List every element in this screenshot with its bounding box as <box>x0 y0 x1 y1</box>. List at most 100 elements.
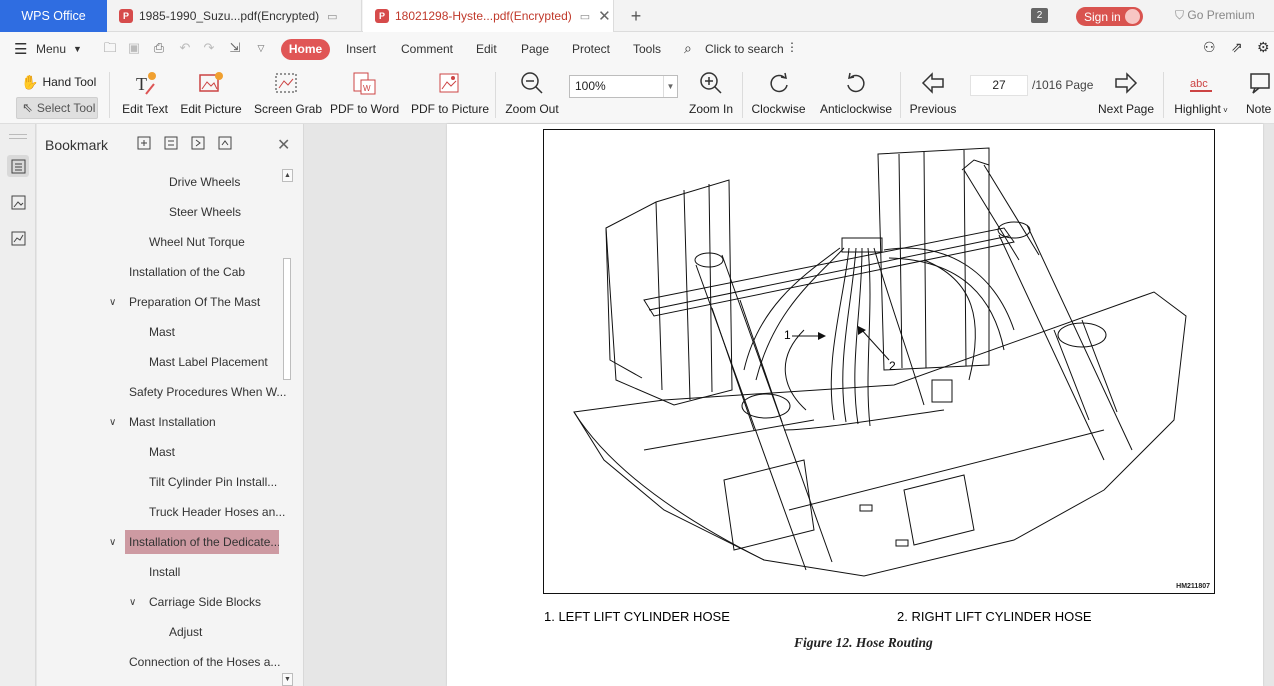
zoom-in-label: Zoom In <box>688 102 733 116</box>
more-icon[interactable]: ⋮ <box>786 40 798 54</box>
scroll-up-arrow[interactable]: ▲ <box>282 169 293 182</box>
bookmark-item[interactable]: Mast Label Placement <box>149 350 268 374</box>
go-premium-label: Go Premium <box>1187 8 1255 22</box>
bookmark-item[interactable]: Mast Installation <box>129 410 216 434</box>
left-side-rail <box>0 124 36 686</box>
zoom-out-button[interactable]: Zoom Out <box>503 66 561 124</box>
pdf-to-picture-icon <box>411 66 487 100</box>
scroll-down-arrow[interactable]: ▼ <box>282 673 293 686</box>
bookmark-options-icon[interactable] <box>218 136 232 150</box>
thumbnail-panel-icon[interactable] <box>7 191 29 213</box>
bookmark-item[interactable]: Drive Wheels <box>169 170 240 194</box>
bookmark-item[interactable]: Mast <box>149 320 175 344</box>
arrow-right-icon <box>1098 66 1154 100</box>
bookmark-item[interactable]: Tilt Cylinder Pin Install... <box>149 470 277 494</box>
share-icon[interactable]: ⇗ <box>1231 39 1243 56</box>
bookmark-item[interactable]: Adjust <box>169 620 202 644</box>
next-page-button[interactable]: Next Page <box>1098 66 1154 124</box>
wps-office-tab[interactable]: WPS Office <box>0 0 107 32</box>
chevron-down-icon[interactable]: ∨ <box>129 597 136 608</box>
bookmark-item[interactable]: Connection of the Hoses a... <box>129 650 280 674</box>
export-icon[interactable]: ⇲ <box>228 41 242 55</box>
print-icon[interactable]: ⎙ <box>152 41 166 55</box>
bookmark-item[interactable]: Carriage Side Blocks <box>149 590 261 614</box>
sign-in-button[interactable]: Sign in <box>1076 7 1143 26</box>
bookmark-item[interactable]: Install <box>149 560 180 584</box>
close-tab-icon[interactable]: ✕ <box>598 7 611 25</box>
pdf-to-word-button[interactable]: W PDF to Word <box>330 66 399 124</box>
menu-button[interactable]: Menu <box>36 42 66 56</box>
open-folder-icon[interactable]: 🗀 <box>103 41 117 55</box>
document-tab-1[interactable]: P 1985-1990_Suzu...pdf(Encrypted) ▭ <box>107 0 362 32</box>
bookmark-item[interactable]: Installation of the Cab <box>129 260 245 284</box>
tab-page[interactable]: Page <box>521 42 549 56</box>
chevron-down-icon[interactable]: ∨ <box>109 297 116 308</box>
document-viewer[interactable]: 1 2 HM211807 1. LEFT LIFT CYLINDER HOSE … <box>305 124 1274 686</box>
page-number-input[interactable]: 27 <box>970 75 1028 96</box>
tab-bar: WPS Office P 1985-1990_Suzu...pdf(Encryp… <box>0 0 1274 32</box>
previous-page-button[interactable]: Previous <box>908 66 958 124</box>
redo-icon[interactable]: ↷ <box>202 41 216 55</box>
collapse-bookmark-icon[interactable] <box>164 136 178 150</box>
rotate-clockwise-icon <box>750 66 807 100</box>
go-premium-button[interactable]: ⛉ Go Premium <box>1175 8 1255 23</box>
annotation-panel-icon[interactable] <box>7 227 29 249</box>
select-tool-button[interactable]: ⇖ Select Tool <box>16 97 98 119</box>
chevron-down-icon[interactable]: ∨ <box>109 417 116 428</box>
page-total: /1016 Page <box>1032 78 1094 92</box>
hand-icon: ✋ <box>21 73 39 90</box>
add-bookmark-icon[interactable] <box>137 136 151 150</box>
tab-tools[interactable]: Tools <box>633 42 661 56</box>
document-tab-2[interactable]: P 18021298-Hyste...pdf(Encrypted) ▭ ✕ <box>363 0 614 32</box>
rotate-clockwise-button[interactable]: Clockwise <box>750 66 807 124</box>
scrollbar-thumb[interactable] <box>283 258 291 380</box>
screen-grab-button[interactable]: Screen Grab <box>254 66 322 124</box>
hamburger-icon[interactable]: ☰ <box>14 40 27 58</box>
expand-bookmark-icon[interactable] <box>191 136 205 150</box>
new-tab-icon[interactable]: + <box>626 6 646 27</box>
bookmark-item-selected[interactable]: Installation of the Dedicate... <box>125 530 279 554</box>
edit-picture-button[interactable]: Edit Picture <box>180 66 242 124</box>
chevron-down-icon[interactable]: ∨ <box>109 537 116 548</box>
close-panel-icon[interactable]: ✕ <box>277 135 290 155</box>
bookmark-panel-icon[interactable] <box>7 155 29 177</box>
tab-insert[interactable]: Insert <box>346 42 376 56</box>
chevron-down-icon[interactable]: ▼ <box>73 44 82 54</box>
search-box[interactable]: Click to search <box>705 42 784 56</box>
bookmark-item[interactable]: Truck Header Hoses an... <box>149 500 285 524</box>
pdf-to-picture-button[interactable]: PDF to Picture <box>411 66 489 124</box>
separator <box>1163 72 1164 118</box>
window-count-badge[interactable]: 2 <box>1031 8 1048 23</box>
tab-comment[interactable]: Comment <box>401 42 453 56</box>
bookmark-item[interactable]: Preparation Of The Mast <box>129 290 260 314</box>
settings-gear-icon[interactable]: ⚙ <box>1257 39 1270 56</box>
pdf-icon: P <box>375 9 389 23</box>
edit-text-button[interactable]: T Edit Text <box>118 66 172 124</box>
note-label: Note <box>1246 102 1272 116</box>
more-quick-icon[interactable]: ▽ <box>254 41 268 55</box>
tab-home[interactable]: Home <box>281 39 330 60</box>
zoom-level-value: 100% <box>575 79 606 93</box>
bookmark-item[interactable]: Safety Procedures When W... <box>129 380 286 404</box>
note-button[interactable]: Note <box>1242 66 1274 124</box>
bookmark-panel: Bookmark ✕ Drive Wheels Steer Wheels Whe… <box>37 124 304 686</box>
share-user-icon[interactable]: ⚇ <box>1203 39 1216 56</box>
highlight-button[interactable]: abc Highlight ˅ <box>1170 66 1232 124</box>
zoom-level-select[interactable]: 100% ▼ <box>569 75 678 98</box>
bookmark-item[interactable]: Wheel Nut Torque <box>149 230 245 254</box>
separator <box>742 72 743 118</box>
tab-edit[interactable]: Edit <box>476 42 497 56</box>
bookmark-item[interactable]: Steer Wheels <box>169 200 241 224</box>
search-icon[interactable]: ⌕ <box>684 40 692 57</box>
hand-tool-button[interactable]: ✋ Hand Tool <box>16 71 96 93</box>
tab-protect[interactable]: Protect <box>572 42 610 56</box>
rotate-anticlockwise-button[interactable]: Anticlockwise <box>818 66 894 124</box>
pdf-icon: P <box>119 9 133 23</box>
zoom-out-icon <box>503 66 561 100</box>
bookmark-item[interactable]: Mast <box>149 440 175 464</box>
avatar-icon <box>1125 9 1140 24</box>
zoom-in-button[interactable]: Zoom In <box>686 66 736 124</box>
save-icon[interactable]: ▣ <box>127 41 141 55</box>
undo-icon[interactable]: ↶ <box>178 41 192 55</box>
chevron-down-icon: ▼ <box>663 76 677 97</box>
